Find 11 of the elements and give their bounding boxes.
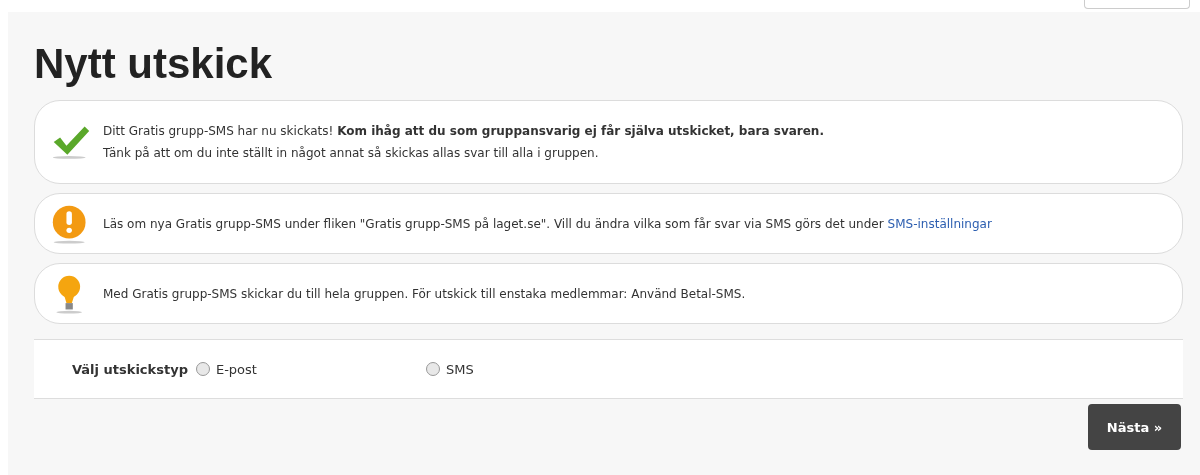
notice-text: Tänk på att om du inte ställt in något annat så skickas allas svar till alla i gruppen. — [103, 145, 600, 162]
radio-option[interactable]: E-post — [195, 361, 426, 377]
notice-text: Läs om nya Gratis grupp-SMS under fliken "Gratis grupp-SMS på laget.se". Vill du ändra vilka som får svar via SMS görs det under SMS-inställningar — [103, 215, 992, 233]
settings-link[interactable]: SMS-inställningar — [887, 216, 992, 231]
send-type-label: Välj utskickstyp — [72, 361, 188, 377]
cut-off-button[interactable] — [1084, 0, 1190, 9]
radio-option[interactable]: SMS — [425, 361, 656, 377]
next-button[interactable]: Nästa » — [1088, 404, 1181, 450]
notice-text: Med Gratis grupp-SMS skickar du till hela gruppen. För utskick till enstaka medlemmar: Använd Betal-SMS. — [103, 285, 746, 303]
page-title: Nytt utskick — [34, 39, 274, 89]
notice-text: Ditt Gratis grupp-SMS har nu skickats! Kom ihåg att du som gruppansvarig ej får själva utskicket, bara svaren. — [103, 123, 824, 140]
